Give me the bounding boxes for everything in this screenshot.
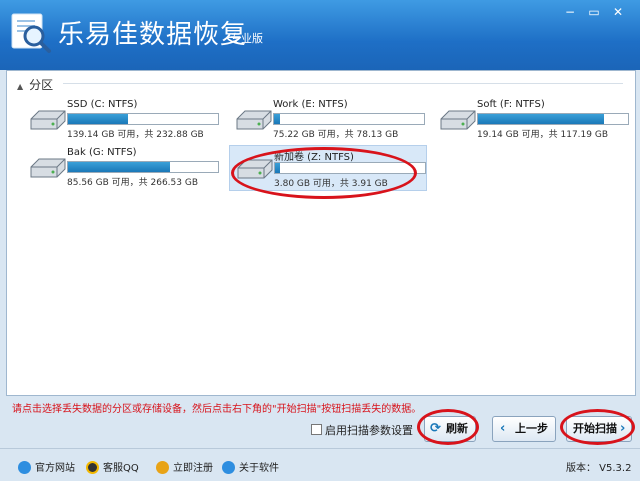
- restore-button[interactable]: ▭: [584, 4, 604, 20]
- about-link[interactable]: 关于软件: [222, 459, 279, 474]
- drive-size: 19.14 GB 可用，共 117.19 GB: [477, 130, 608, 140]
- scan-settings-label: 启用扫描参数设置: [325, 424, 413, 437]
- drive-usage-fill: [68, 114, 128, 124]
- drive-usage-bar: [67, 113, 219, 125]
- hard-drive-icon: [30, 158, 66, 178]
- app-title: 乐易佳数据恢复: [58, 20, 248, 50]
- drive-item[interactable]: Soft (F: NTFS) 19.14 GB 可用，共 117.19 GB: [433, 97, 629, 141]
- about-label: 关于软件: [239, 463, 279, 474]
- minimize-button[interactable]: −: [560, 4, 580, 20]
- register-link[interactable]: 立即注册: [156, 459, 213, 474]
- title-bar: 乐易佳数据恢复 专业版 − ▭ ✕: [0, 0, 640, 70]
- scan-settings-option[interactable]: 启用扫描参数设置: [311, 422, 413, 438]
- footer-bar: 官方网站 客服QQ 立即注册 关于软件 版本： V5.3.2: [0, 448, 640, 481]
- back-button[interactable]: ‹ 上一步: [492, 416, 556, 442]
- drive-item[interactable]: Bak (G: NTFS) 85.56 GB 可用，共 266.53 GB: [23, 145, 219, 189]
- drive-usage-bar: [477, 113, 629, 125]
- website-link[interactable]: 官方网站: [18, 459, 75, 474]
- drive-name: Bak (G: NTFS): [67, 147, 137, 158]
- drive-usage-fill: [274, 114, 280, 124]
- version-label: 版本： V5.3.2: [566, 463, 632, 474]
- collapse-arrow-icon[interactable]: ▲: [17, 82, 23, 91]
- start-scan-highlight-oval: [560, 409, 635, 445]
- drive-usage-bar: [273, 113, 425, 125]
- drive-name: Work (E: NTFS): [273, 99, 348, 110]
- selection-highlight-oval: [231, 147, 417, 199]
- drive-item[interactable]: SSD (C: NTFS) 139.14 GB 可用，共 232.88 GB: [23, 97, 219, 141]
- drive-usage-fill: [68, 162, 170, 172]
- drive-size: 139.14 GB 可用，共 232.88 GB: [67, 130, 204, 140]
- drive-size: 75.22 GB 可用，共 78.13 GB: [273, 130, 399, 140]
- drive-name: Soft (F: NTFS): [477, 99, 545, 110]
- app-logo-icon: [11, 13, 51, 53]
- drive-size: 85.56 GB 可用，共 266.53 GB: [67, 178, 198, 188]
- hard-drive-icon: [440, 110, 476, 130]
- close-button[interactable]: ✕: [608, 4, 628, 20]
- key-icon: [156, 461, 169, 474]
- drive-item[interactable]: Work (E: NTFS) 75.22 GB 可用，共 78.13 GB: [229, 97, 425, 141]
- info-icon: [222, 461, 235, 474]
- drive-usage-fill: [478, 114, 604, 124]
- drive-usage-bar: [67, 161, 219, 173]
- hard-drive-icon: [30, 110, 66, 130]
- divider: [63, 83, 623, 84]
- scan-settings-checkbox[interactable]: [311, 424, 322, 435]
- partition-panel: ▲ 分区 SSD (C: NTFS) 139.14 GB 可用，共 232.88 …: [6, 70, 636, 396]
- register-label: 立即注册: [173, 463, 213, 474]
- support-qq-link[interactable]: 客服QQ: [86, 459, 139, 474]
- drive-name: SSD (C: NTFS): [67, 99, 138, 110]
- qq-penguin-icon: [86, 461, 99, 474]
- website-label: 官方网站: [35, 463, 75, 474]
- hard-drive-icon: [236, 110, 272, 130]
- chevron-left-icon: ‹: [500, 421, 506, 436]
- partition-group-header[interactable]: ▲ 分区: [17, 76, 53, 93]
- support-label: 客服QQ: [103, 463, 139, 474]
- back-label: 上一步: [515, 422, 548, 435]
- instruction-hint: 请点击选择丢失数据的分区或存储设备，然后点击右下角的"开始扫描"按钮扫描丢失的数…: [12, 404, 422, 415]
- section-label: 分区: [29, 78, 54, 92]
- ie-icon: [18, 461, 31, 474]
- edition-label: 专业版: [230, 32, 263, 45]
- refresh-highlight-oval: [417, 409, 479, 445]
